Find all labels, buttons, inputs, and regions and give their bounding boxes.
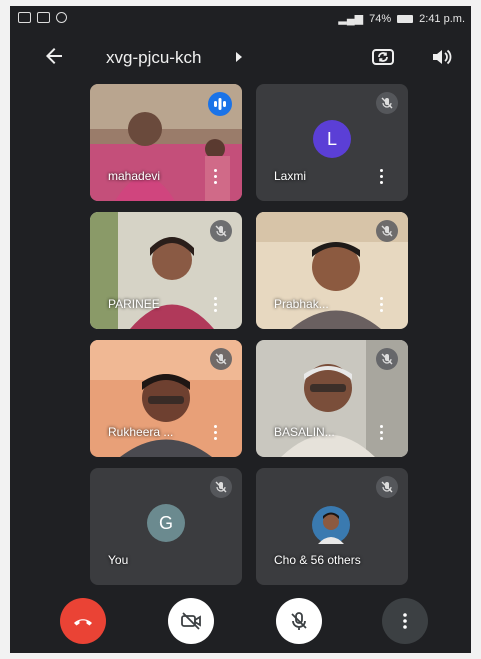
toggle-camera-button[interactable] bbox=[168, 598, 214, 644]
mic-off-icon bbox=[376, 92, 398, 114]
more-options-icon[interactable] bbox=[214, 297, 218, 313]
gallery-icon bbox=[37, 12, 50, 23]
participant-tile[interactable]: Prabhak... bbox=[256, 212, 408, 329]
system-status: ▂▄▆ 74% 2:41 p.m. bbox=[338, 12, 465, 26]
mic-off-icon bbox=[210, 220, 232, 242]
notification-icon bbox=[18, 12, 31, 23]
participant-name: BASALIN... bbox=[274, 425, 335, 439]
participant-tile[interactable]: L Laxmi bbox=[256, 84, 408, 201]
avatar: L bbox=[313, 119, 351, 158]
signal-icon: ▂▄▆ bbox=[338, 13, 364, 25]
participant-name: Rukheera ... bbox=[108, 425, 174, 439]
notification-icons bbox=[18, 12, 67, 23]
meeting-header: xvg-pjcu-kch bbox=[10, 36, 471, 80]
more-options-button[interactable] bbox=[382, 598, 428, 644]
more-options-icon[interactable] bbox=[380, 425, 384, 441]
toggle-mic-button[interactable] bbox=[276, 598, 322, 644]
more-options-icon[interactable] bbox=[380, 169, 384, 185]
more-options-icon[interactable] bbox=[380, 297, 384, 313]
more-vert-icon bbox=[403, 613, 407, 629]
participant-tile[interactable]: BASALIN... bbox=[256, 340, 408, 457]
back-arrow-icon[interactable] bbox=[42, 44, 66, 68]
participant-tile[interactable]: Rukheera ... bbox=[90, 340, 242, 457]
participant-tile[interactable]: Cho & 56 others bbox=[256, 468, 408, 585]
participant-tile[interactable]: mahadevi bbox=[90, 84, 242, 201]
participant-name: Cho & 56 others bbox=[274, 553, 361, 567]
avatar bbox=[312, 506, 350, 544]
participant-name: PARINEE bbox=[108, 297, 160, 311]
participant-name: You bbox=[108, 553, 129, 567]
mic-off-icon bbox=[376, 220, 398, 242]
mic-off-icon bbox=[376, 476, 398, 498]
battery-icon bbox=[397, 14, 414, 23]
participant-tile[interactable]: PARINEE bbox=[90, 212, 242, 329]
more-options-icon[interactable] bbox=[214, 425, 218, 441]
clock: 2:41 p.m. bbox=[419, 12, 465, 25]
alarm-icon bbox=[56, 12, 67, 23]
speaker-icon[interactable] bbox=[428, 44, 454, 70]
mic-off-icon bbox=[210, 348, 232, 370]
end-call-button[interactable] bbox=[60, 598, 106, 644]
participant-name: Laxmi bbox=[274, 169, 307, 183]
speaking-indicator-icon bbox=[208, 92, 232, 116]
meeting-code[interactable]: xvg-pjcu-kch bbox=[106, 48, 201, 68]
meeting-details-caret-icon[interactable] bbox=[236, 52, 242, 62]
avatar: G bbox=[147, 503, 185, 542]
participant-tile[interactable]: G You bbox=[90, 468, 242, 585]
meet-screen: ▂▄▆ 74% 2:41 p.m. xvg-pjcu-kch mahadevi … bbox=[10, 6, 471, 653]
switch-camera-icon[interactable] bbox=[370, 44, 396, 70]
end-call-icon bbox=[74, 619, 92, 626]
battery-level: 74% bbox=[369, 12, 392, 25]
mic-off-icon bbox=[210, 476, 232, 498]
mic-off-icon bbox=[291, 612, 307, 630]
participant-name: mahadevi bbox=[108, 169, 161, 183]
participant-name: Prabhak... bbox=[274, 297, 329, 311]
call-controls bbox=[10, 598, 471, 648]
status-bar: ▂▄▆ 74% 2:41 p.m. bbox=[10, 6, 471, 32]
more-options-icon[interactable] bbox=[214, 169, 218, 185]
mic-off-icon bbox=[376, 348, 398, 370]
camera-off-icon bbox=[181, 612, 201, 630]
